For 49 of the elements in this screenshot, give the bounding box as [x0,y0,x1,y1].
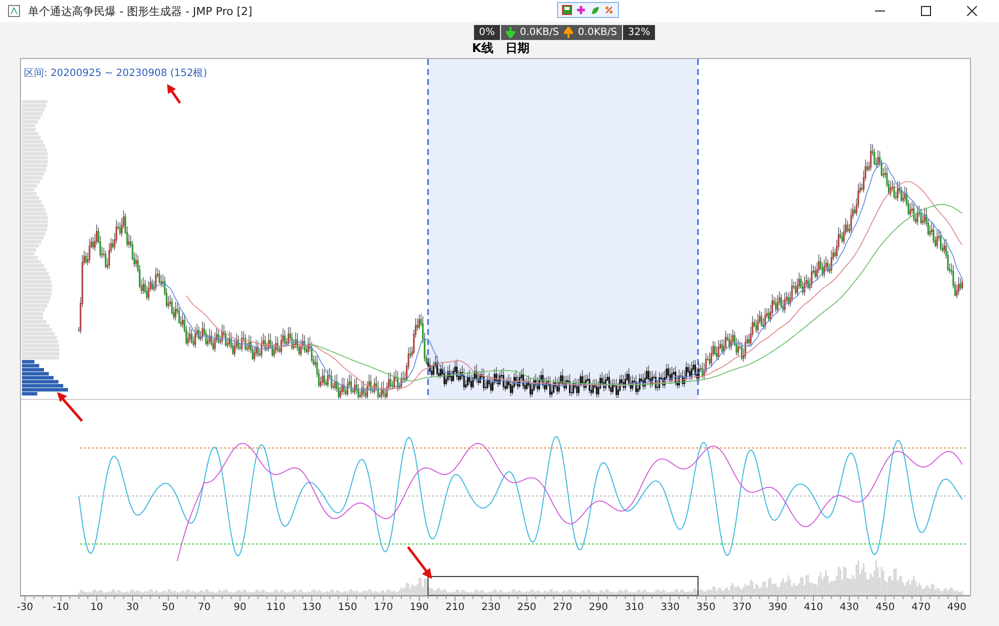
axis-label: 410 [804,602,824,613]
download-speed: 0.0KB/S [520,27,559,38]
leaf-icon[interactable] [590,5,600,15]
axis-label: 290 [588,602,608,613]
axis-label: 10 [90,602,104,613]
chart-title: 日期 [505,40,530,57]
axis-label: 330 [660,602,680,613]
close-icon[interactable] [967,6,977,16]
axis-label: 250 [517,602,536,613]
axis-label: 70 [198,602,211,613]
download-arrow-icon [506,27,515,38]
app-icon [8,5,20,17]
cpu-usage: 0% [474,25,500,40]
selection-band[interactable] [428,59,698,399]
window-title: 单个通达高争民爆 - 图形生成器 - JMP Pro [2] [28,4,252,18]
axis-label: 90 [234,602,246,613]
maximize-icon[interactable] [921,6,931,16]
upload-arrow-icon [564,27,573,38]
axis-label: 210 [446,602,465,613]
axis-label: 50 [162,602,175,613]
arrow-icon [167,84,182,104]
arrow-icon [57,392,83,422]
axis-label: 370 [732,602,752,613]
axis-label: 470 [911,602,931,613]
cross-icon[interactable] [576,5,586,15]
upload-speed: 0.0KB/S [578,27,617,38]
axis-label: 230 [481,602,500,613]
axis-label: 170 [374,602,393,613]
axis-label: 110 [266,602,286,613]
axis-label: -10 [52,602,69,613]
axis-label: 430 [840,602,859,613]
percent-icon[interactable] [604,5,614,15]
range-label: 区间: 20200925 ~ 20230908 (152根) [24,68,208,79]
axis-label: 390 [768,602,788,613]
axis-label: 310 [624,602,644,613]
chart-title: K线 [472,40,494,57]
axis-label: 490 [947,602,966,613]
axis-label: 30 [126,602,139,613]
axis-label: -30 [16,602,34,613]
arrow-icon [407,546,432,579]
axis-label: 450 [876,602,895,613]
axis-label: 270 [553,602,572,613]
axis-label: 150 [338,602,358,613]
axis-label: 350 [696,602,716,613]
save-icon[interactable] [562,5,572,15]
axis-label: 190 [410,602,429,613]
axis-label: 130 [302,602,322,613]
selection-range-box[interactable] [428,576,698,596]
memory-usage: 32% [622,25,656,40]
